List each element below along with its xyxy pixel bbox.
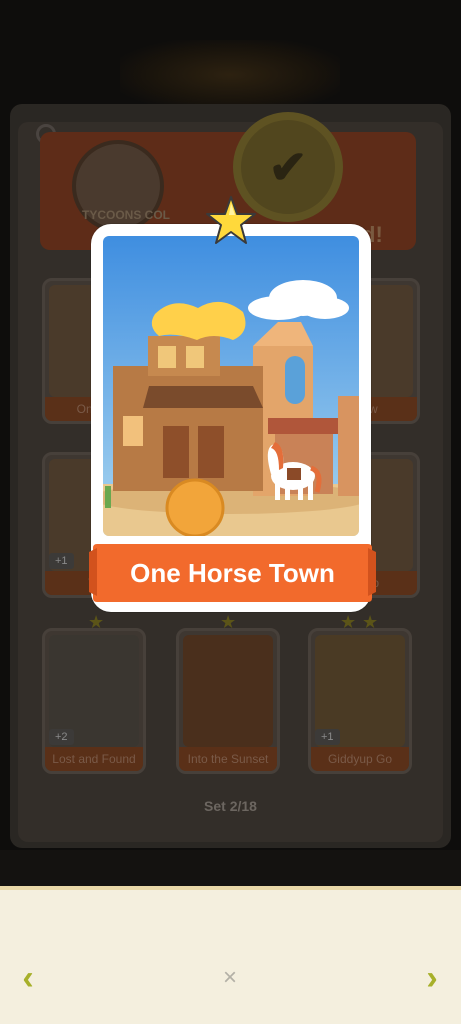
chevron-left-icon: ‹ <box>22 958 34 997</box>
banner-title: TYCOONS COL <box>82 208 171 222</box>
card-label: Into the Sunset <box>179 747 277 771</box>
card-label: Giddyup Go <box>311 747 409 771</box>
card-count-badge: +1 <box>49 553 74 569</box>
album-footer <box>0 850 461 888</box>
set-progress-label: Set 2/18 <box>204 798 257 814</box>
card-title: One Horse Town <box>130 558 335 588</box>
close-button[interactable]: × <box>214 962 246 994</box>
check-icon: ✔ <box>268 141 308 193</box>
card-count-badge: +2 <box>49 729 74 745</box>
album-header-logo <box>120 40 340 110</box>
star-icon <box>206 196 256 244</box>
card-label: Lost and Found <box>45 747 143 771</box>
next-card-button[interactable]: › <box>412 958 452 998</box>
album-card: +1 Giddyup Go <box>308 628 412 774</box>
card-artwork <box>103 236 359 536</box>
chevron-right-icon: › <box>426 958 438 997</box>
card-count-badge: +1 <box>315 729 340 745</box>
previous-card-button[interactable]: ‹ <box>8 958 48 998</box>
album-card: +2 Lost and Found <box>42 628 146 774</box>
close-icon: × <box>222 964 237 991</box>
album-card: Into the Sunset <box>176 628 280 774</box>
bottom-bar <box>0 890 461 1024</box>
